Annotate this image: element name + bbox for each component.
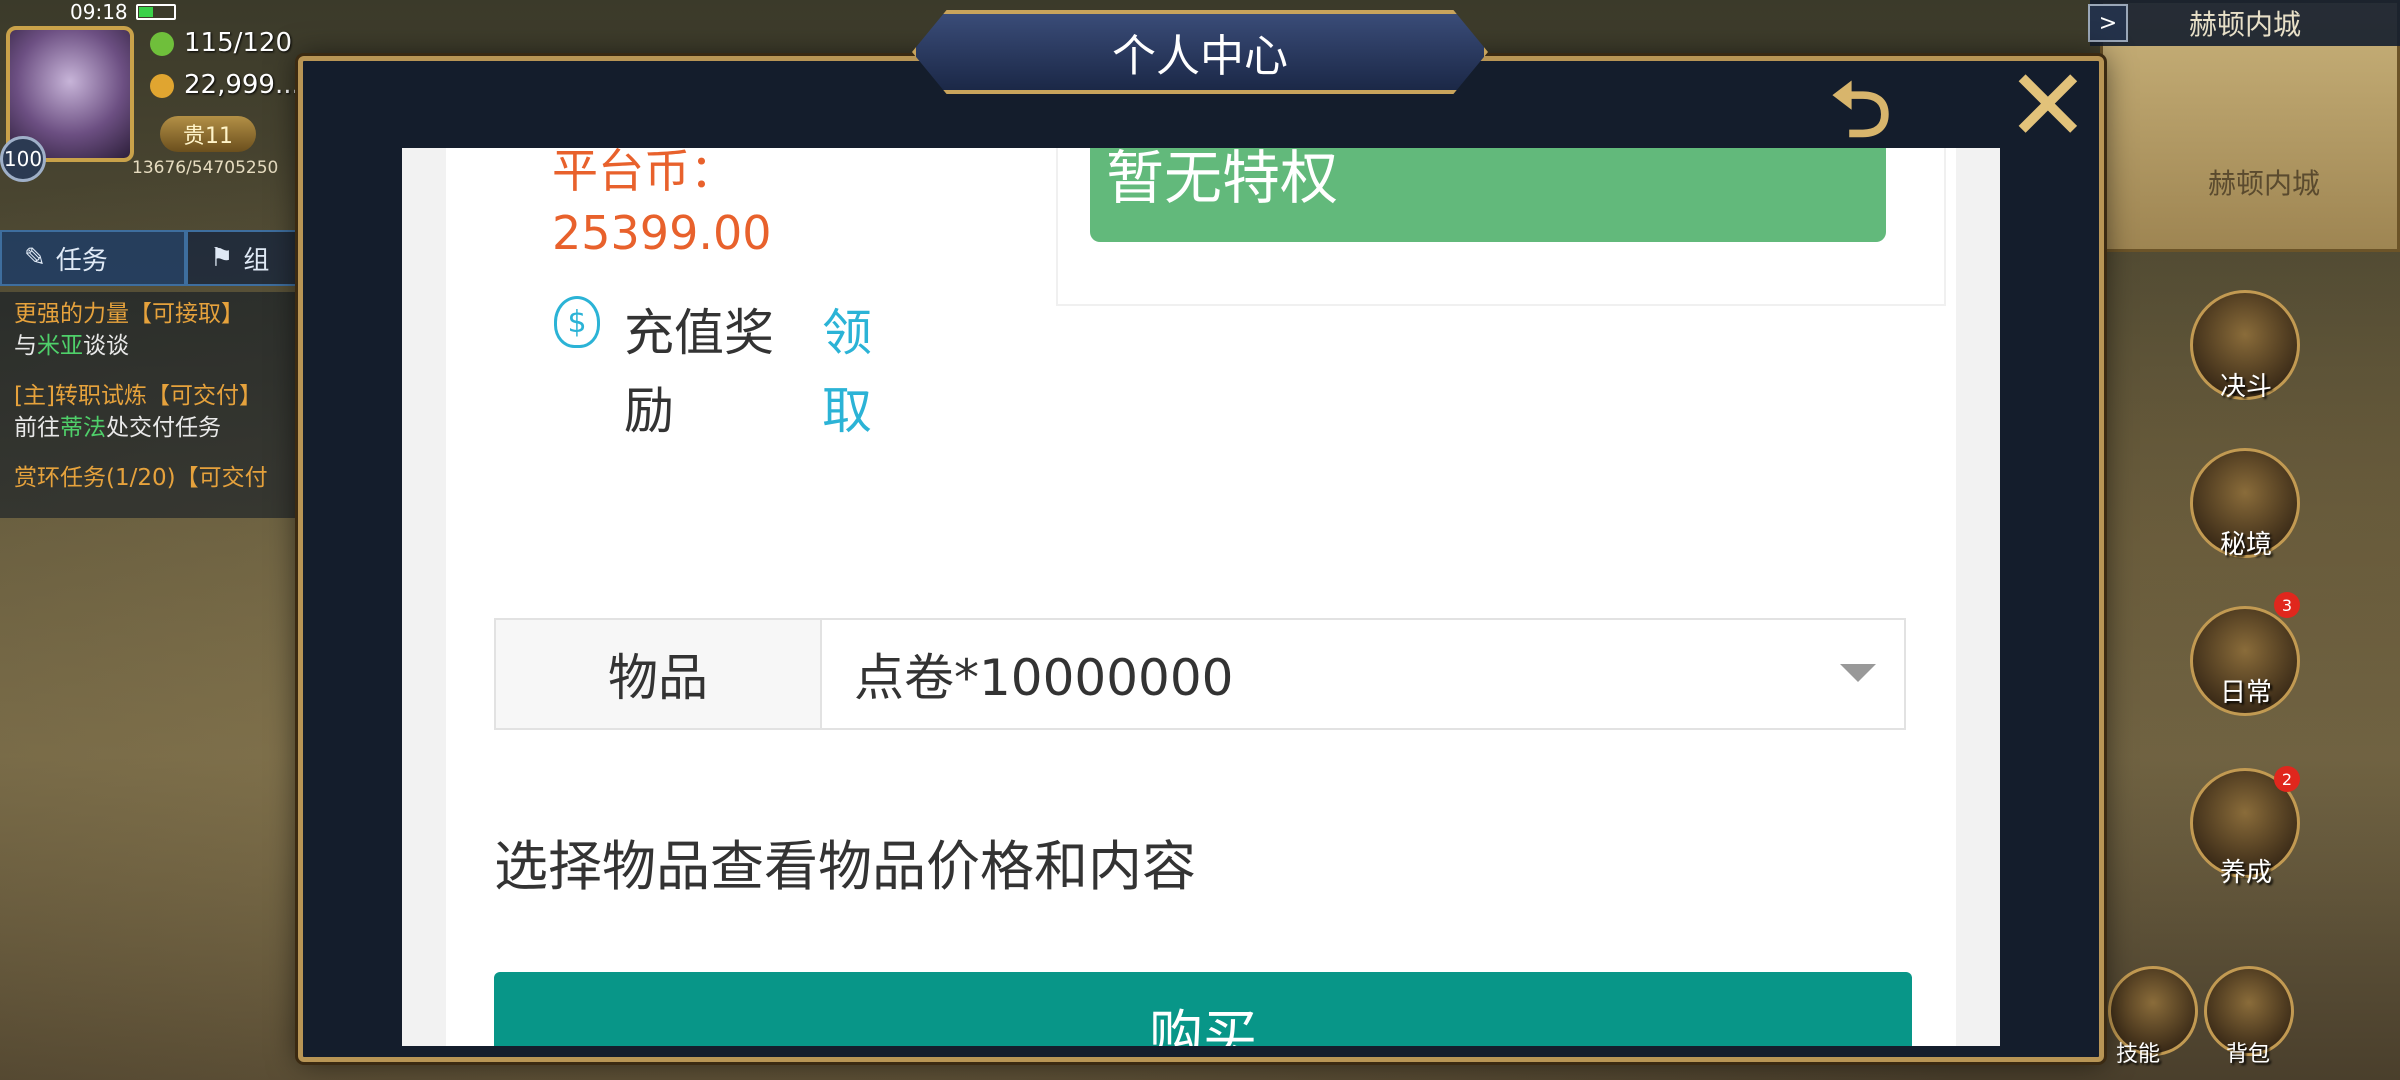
- quest-list: 更强的力量【可接取】 与米亚谈谈 [主]转职试炼【可交付】 前往蒂法处交付任务 …: [0, 292, 300, 518]
- map-location-label: 赫顿内城: [2208, 167, 2321, 200]
- quest-item[interactable]: [主]转职试炼【可交付】 前往蒂法处交付任务: [14, 380, 286, 444]
- back-arrow-icon[interactable]: ⮌: [1806, 72, 1916, 148]
- item-select-label: 物品: [496, 620, 822, 728]
- quest-desc: 前往蒂法处交付任务: [14, 415, 221, 441]
- recharge-reward-label: 充值奖励: [624, 304, 774, 440]
- item-select[interactable]: 物品 点卷*10000000: [494, 618, 1906, 730]
- daily-badge: 3: [2274, 592, 2300, 618]
- tab-team-label: 组: [243, 245, 270, 276]
- gold-icon: [150, 73, 174, 98]
- exp-value: 13676/54705250: [132, 158, 279, 178]
- scroll-icon: ✎: [24, 243, 46, 273]
- duel-label: 决斗: [2219, 372, 2272, 402]
- stamina-value: 115/120: [184, 28, 293, 58]
- money-bag-icon: $: [554, 296, 600, 348]
- daily-label: 日常: [2219, 678, 2272, 708]
- item-select-value: 点卷*10000000: [854, 649, 1234, 707]
- map-title: 赫顿内城: [2090, 0, 2400, 46]
- tab-tasks-label: 任务: [55, 245, 108, 276]
- gold-display: 22,999...: [150, 70, 300, 100]
- stamina-icon: [150, 31, 174, 56]
- claim-link[interactable]: 领取: [822, 294, 882, 450]
- quest-item[interactable]: 更强的力量【可接取】 与米亚谈谈: [14, 298, 286, 362]
- tab-tasks[interactable]: ✎ 任务: [0, 230, 186, 286]
- gold-value: 22,999...: [184, 70, 300, 100]
- buy-button[interactable]: 购买: [494, 972, 1912, 1046]
- develop-label: 养成: [2219, 858, 2272, 888]
- bag-label: 背包: [2225, 1042, 2270, 1067]
- player-level-badge: 100: [0, 136, 46, 182]
- shop-card: 物品 点卷*10000000 选择物品查看物品价格和内容 购买: [446, 572, 1956, 1046]
- tab-team[interactable]: ⚑ 组: [186, 230, 300, 286]
- map-toggle-button[interactable]: >: [2088, 4, 2128, 42]
- quest-title: 更强的力量【可接取】: [14, 301, 244, 327]
- vip-badge: 贵11: [160, 116, 256, 152]
- flag-icon: ⚑: [210, 243, 234, 273]
- quest-item[interactable]: 赏环任务(1/20)【可交付: [14, 462, 286, 494]
- modal-title: 个人中心: [1112, 31, 1288, 82]
- stamina-display: 115/120: [150, 28, 292, 58]
- platform-coin-value: 25399.00: [552, 206, 772, 260]
- modal-webview[interactable]: 平台币： 25399.00 $ 充值奖励 领取 暂无特权 物品 点卷*10000…: [402, 148, 2000, 1046]
- quest-title: 赏环任务(1/20)【可交付: [14, 465, 268, 491]
- battery-icon: [136, 4, 176, 20]
- status-time: 09:18: [70, 0, 128, 24]
- chevron-down-icon: [1840, 664, 1876, 682]
- develop-badge: 2: [2274, 766, 2300, 792]
- quest-title: [主]转职试炼【可交付】: [14, 383, 262, 409]
- item-hint-text: 选择物品查看物品价格和内容: [494, 835, 1196, 898]
- platform-coin-label: 平台币：: [552, 148, 736, 198]
- secret-realm-label: 秘境: [2219, 530, 2272, 560]
- quest-tabs: ✎ 任务 ⚑ 组: [0, 230, 300, 288]
- close-icon[interactable]: ✕: [2006, 56, 2090, 156]
- modal-title-plate: 个人中心: [912, 10, 1488, 94]
- privilege-status: 暂无特权: [1090, 148, 1886, 242]
- quest-desc: 与米亚谈谈: [14, 333, 129, 359]
- item-select-dropdown[interactable]: 点卷*10000000: [822, 620, 1904, 728]
- platform-coin: 平台币： 25399.00: [552, 148, 772, 264]
